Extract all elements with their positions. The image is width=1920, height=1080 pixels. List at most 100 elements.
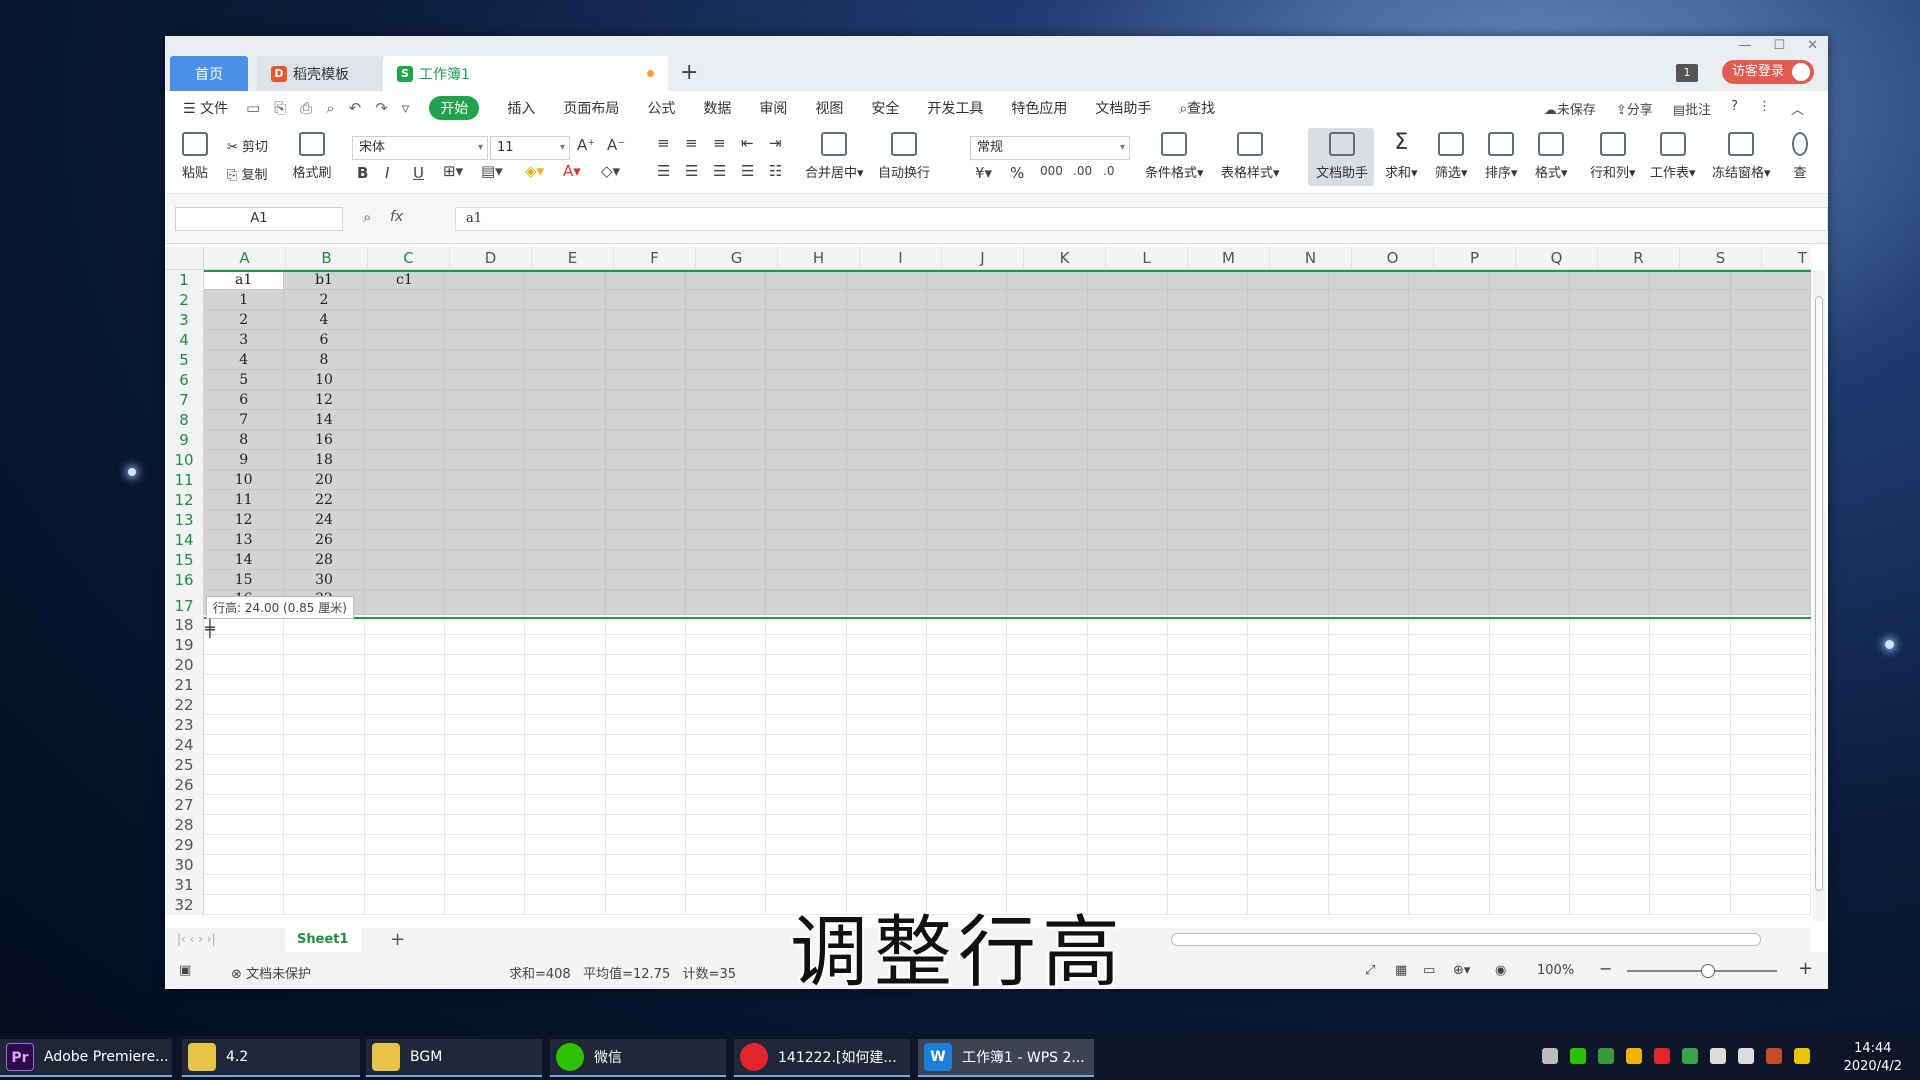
cell[interactable]	[1569, 570, 1651, 590]
cell[interactable]: a1	[204, 270, 285, 290]
cell[interactable]	[1328, 530, 1410, 550]
row-header[interactable]: 13	[165, 510, 203, 530]
cell[interactable]	[1248, 715, 1329, 735]
cell[interactable]	[1007, 510, 1088, 530]
row-header[interactable]: 30	[165, 855, 203, 875]
cell[interactable]	[686, 795, 767, 815]
cell[interactable]	[1569, 775, 1651, 795]
cell[interactable]	[445, 370, 526, 390]
cell[interactable]	[525, 290, 606, 310]
row-header[interactable]: 26	[165, 775, 203, 795]
cell[interactable]	[686, 310, 767, 330]
cell[interactable]	[1007, 815, 1088, 835]
cell[interactable]	[1409, 795, 1490, 815]
more-icon[interactable]: ⋮	[1758, 99, 1771, 118]
row-header[interactable]: 17	[165, 590, 203, 615]
cell[interactable]	[1248, 695, 1329, 715]
cell[interactable]: 7	[204, 410, 285, 430]
cell[interactable]	[686, 330, 767, 350]
cell[interactable]	[846, 655, 928, 675]
format-painter-button[interactable]: 格式刷	[290, 132, 334, 181]
cell[interactable]	[1489, 530, 1570, 550]
cell[interactable]	[1730, 675, 1811, 695]
cell[interactable]	[445, 330, 526, 350]
cell[interactable]	[1328, 590, 1410, 615]
cell[interactable]	[364, 855, 446, 875]
cell[interactable]	[1489, 410, 1570, 430]
taskbar-item-folder-42[interactable]: 4.2	[182, 1039, 360, 1077]
cell[interactable]	[1409, 855, 1490, 875]
cell[interactable]	[1650, 270, 1731, 290]
cell[interactable]	[686, 430, 767, 450]
cell[interactable]	[605, 390, 687, 410]
cell[interactable]	[686, 855, 767, 875]
cell[interactable]	[766, 530, 847, 550]
cell[interactable]	[204, 795, 285, 815]
cell[interactable]	[364, 490, 446, 510]
cell[interactable]	[1489, 490, 1570, 510]
cell[interactable]	[204, 755, 285, 775]
cell[interactable]	[766, 635, 847, 655]
cell[interactable]	[525, 570, 606, 590]
app-tray-icon[interactable]	[1626, 1048, 1642, 1064]
sum-button[interactable]: Σ 求和▾	[1385, 132, 1418, 182]
zoom-formula-icon[interactable]: ⌕	[363, 208, 371, 226]
cell[interactable]	[445, 815, 526, 835]
cell[interactable]	[686, 490, 767, 510]
row-header[interactable]: 12	[165, 490, 203, 510]
cell[interactable]	[1409, 570, 1490, 590]
cell[interactable]	[1409, 450, 1490, 470]
cell[interactable]	[445, 470, 526, 490]
cell[interactable]	[364, 835, 446, 855]
cell[interactable]	[1248, 430, 1329, 450]
row-header[interactable]: 28	[165, 815, 203, 835]
cell[interactable]	[686, 550, 767, 570]
cell[interactable]	[766, 290, 847, 310]
cell[interactable]	[1489, 310, 1570, 330]
cell[interactable]	[766, 815, 847, 835]
cell[interactable]	[686, 735, 767, 755]
column-header[interactable]: H	[778, 247, 860, 270]
cell[interactable]	[1087, 735, 1169, 755]
cell[interactable]	[364, 735, 446, 755]
cell[interactable]	[1087, 815, 1169, 835]
cell[interactable]	[1168, 470, 1249, 490]
cell[interactable]	[1248, 635, 1329, 655]
freeze-panes-button[interactable]: 冻结窗格▾	[1712, 132, 1771, 181]
unsaved-button[interactable]: ☁未保存	[1544, 99, 1596, 118]
cell[interactable]	[846, 290, 928, 310]
cell[interactable]	[1168, 390, 1249, 410]
column-header[interactable]: D	[450, 247, 532, 270]
cell[interactable]	[846, 430, 928, 450]
cell[interactable]	[686, 755, 767, 775]
cell[interactable]	[846, 350, 928, 370]
cell[interactable]	[1007, 755, 1088, 775]
collapse-ribbon-icon[interactable]: ︿	[1791, 99, 1804, 118]
cell[interactable]	[686, 895, 767, 915]
cell[interactable]	[766, 735, 847, 755]
taskbar-item-wps[interactable]: W 工作簿1 - WPS 2...	[918, 1039, 1094, 1077]
cell[interactable]	[1409, 775, 1490, 795]
cell[interactable]: 13	[204, 530, 285, 550]
cell[interactable]	[1168, 530, 1249, 550]
row-header[interactable]: 15	[165, 550, 203, 570]
sheet-tab-sheet1[interactable]: Sheet1	[285, 928, 361, 952]
cell[interactable]	[1409, 310, 1490, 330]
cell[interactable]	[1730, 450, 1811, 470]
cell[interactable]	[364, 590, 446, 615]
help-icon[interactable]: ?	[1731, 99, 1738, 118]
cell[interactable]	[204, 835, 285, 855]
cell[interactable]	[686, 510, 767, 530]
cell[interactable]	[686, 775, 767, 795]
row-header[interactable]: 2	[165, 290, 203, 310]
cell[interactable]	[1087, 330, 1169, 350]
cell[interactable]	[1248, 855, 1329, 875]
cell[interactable]	[284, 775, 365, 795]
column-header[interactable]: P	[1434, 247, 1516, 270]
cell[interactable]	[1489, 570, 1570, 590]
cell[interactable]	[686, 530, 767, 550]
font-color-icon[interactable]: A▾	[563, 162, 581, 180]
cell[interactable]: 22	[284, 490, 365, 510]
cell[interactable]	[1087, 490, 1169, 510]
cell[interactable]	[846, 695, 928, 715]
